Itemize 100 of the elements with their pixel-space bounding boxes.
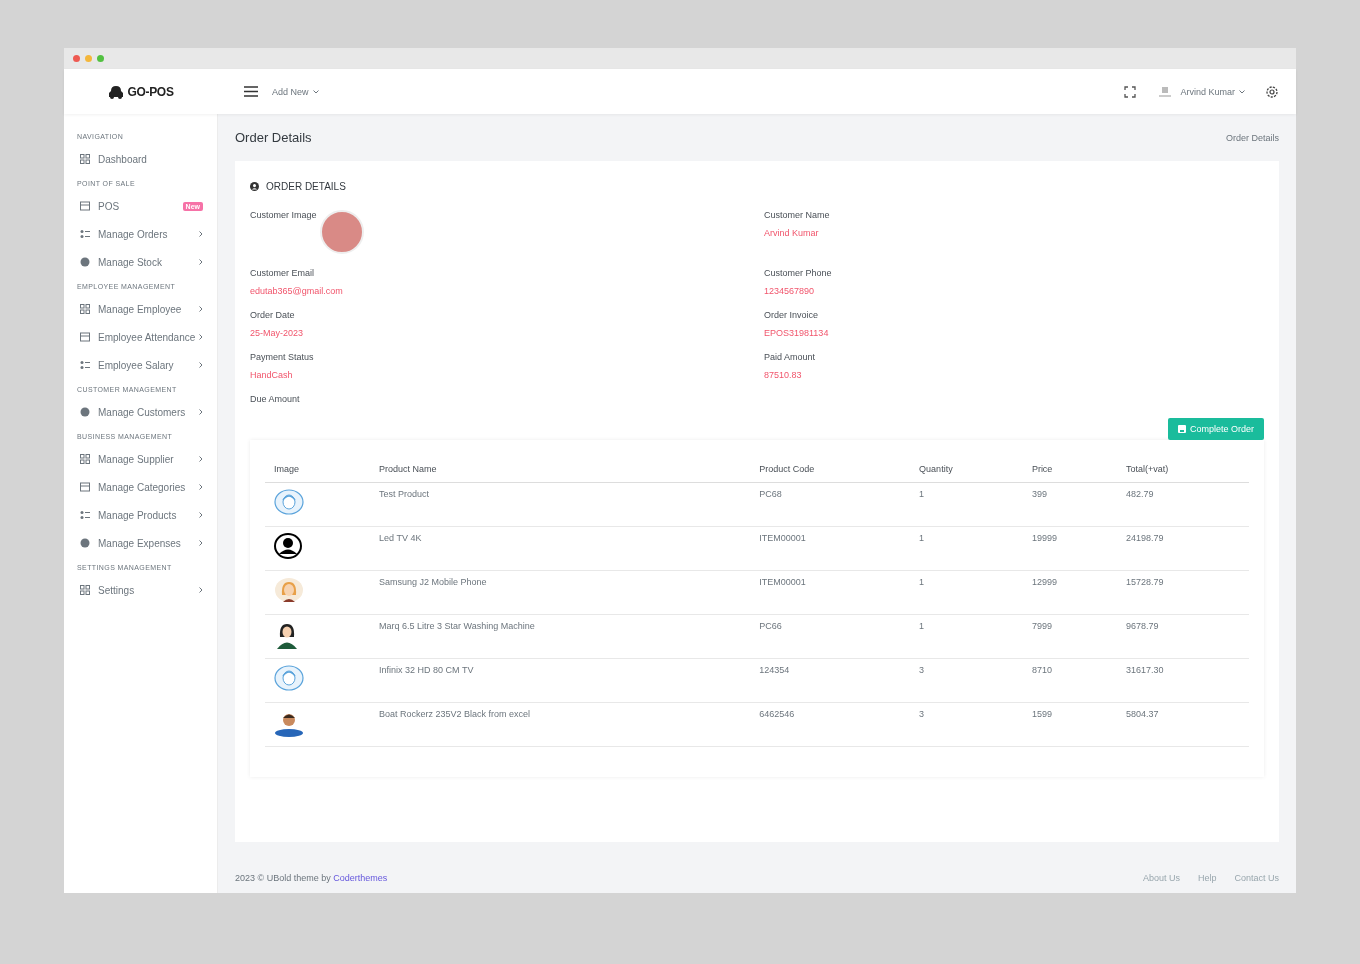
menu-item-icon bbox=[80, 510, 90, 520]
price-cell: 1599 bbox=[1022, 702, 1118, 747]
sidebar-item[interactable]: Manage Products bbox=[64, 501, 217, 529]
avatar-icon bbox=[274, 621, 300, 649]
product-name-cell: Test Product bbox=[370, 482, 751, 527]
chevron-icon bbox=[199, 306, 203, 312]
minimize-dot-icon[interactable] bbox=[85, 55, 92, 62]
save-icon bbox=[1177, 425, 1186, 433]
sidebar-item[interactable]: Employee Attendance bbox=[64, 323, 217, 351]
price-cell: 8710 bbox=[1022, 658, 1118, 703]
quantity-cell: 3 bbox=[910, 702, 1023, 747]
chevron-icon bbox=[199, 456, 203, 462]
menu-item-icon bbox=[80, 454, 90, 464]
sidebar-item[interactable]: Employee Salary bbox=[64, 351, 217, 379]
chevron-icon bbox=[199, 259, 203, 265]
sidebar-item[interactable]: Manage Supplier bbox=[64, 445, 217, 473]
sidebar-item[interactable]: Manage Categories bbox=[64, 473, 217, 501]
sidebar-item[interactable]: Manage Customers bbox=[64, 398, 217, 426]
product-code-cell: ITEM00001 bbox=[750, 570, 911, 615]
column-header: Image bbox=[265, 456, 371, 483]
avatar-icon bbox=[274, 665, 304, 691]
product-name-cell: Infinix 32 HD 80 CM TV bbox=[370, 658, 751, 703]
chevron-icon bbox=[199, 512, 203, 518]
coderthemes-link[interactable]: Coderthemes bbox=[333, 872, 388, 883]
chevron-icon bbox=[199, 334, 203, 340]
quantity-cell: 1 bbox=[910, 482, 1023, 527]
total-cell: 9678.79 bbox=[1117, 614, 1249, 659]
quantity-cell: 1 bbox=[910, 614, 1023, 659]
price-cell: 7999 bbox=[1022, 614, 1118, 659]
price-cell: 12999 bbox=[1022, 570, 1118, 615]
column-header: Price bbox=[1022, 456, 1118, 483]
menu-item-icon bbox=[80, 229, 90, 239]
menu-item-icon bbox=[80, 538, 90, 548]
maximize-dot-icon[interactable] bbox=[97, 55, 104, 62]
sidebar-item[interactable]: Manage Expenses bbox=[64, 529, 217, 557]
detail-value: 1234567890 bbox=[764, 286, 816, 296]
add-new-dropdown[interactable]: Add New bbox=[272, 86, 319, 97]
chevron-icon bbox=[199, 540, 203, 546]
menu-item-icon bbox=[80, 360, 90, 370]
sidebar-item[interactable]: Dashboard bbox=[64, 145, 217, 173]
menu-item-icon bbox=[80, 332, 90, 342]
price-cell: 399 bbox=[1022, 482, 1118, 527]
product-code-cell: PC66 bbox=[750, 614, 911, 659]
detail-value: HandCash bbox=[250, 370, 294, 380]
sidebar-item[interactable]: Manage Employee bbox=[64, 295, 217, 323]
total-cell: 31617.30 bbox=[1117, 658, 1249, 703]
detail-label: Order Date bbox=[250, 310, 296, 320]
user-avatar-icon bbox=[1158, 84, 1173, 99]
detail-label: Due Amount bbox=[250, 394, 301, 404]
menu-item-icon bbox=[80, 407, 90, 417]
quantity-cell: 1 bbox=[910, 526, 1023, 571]
sidebar-item[interactable]: Manage Orders bbox=[64, 220, 217, 248]
menu-item-icon bbox=[80, 257, 90, 267]
product-code-cell: PC68 bbox=[750, 482, 911, 527]
detail-value: edutab365@gmail.com bbox=[250, 286, 344, 296]
menu-item-icon bbox=[80, 585, 90, 595]
sidebar-item[interactable]: Settings bbox=[64, 576, 217, 604]
total-cell: 24198.79 bbox=[1117, 526, 1249, 571]
sidebar-item[interactable]: Manage Stock bbox=[64, 248, 217, 276]
logo-icon bbox=[108, 84, 125, 99]
detail-label: Customer Phone bbox=[764, 268, 833, 278]
footer-credit: 2023 © UBold theme by Coderthemes bbox=[235, 872, 388, 883]
menu-icon[interactable] bbox=[244, 86, 258, 97]
menu-item-icon bbox=[80, 154, 90, 164]
product-name-cell: Boat Rockerz 235V2 Black from excel bbox=[370, 702, 751, 747]
fullscreen-icon[interactable] bbox=[1124, 85, 1137, 98]
chevron-icon bbox=[199, 409, 203, 415]
product-code-cell: 124354 bbox=[750, 658, 911, 703]
settings-icon[interactable] bbox=[1265, 84, 1279, 99]
total-cell: 5804.37 bbox=[1117, 702, 1249, 747]
detail-label: Order Invoice bbox=[764, 310, 820, 320]
product-code-cell: 6462546 bbox=[750, 702, 911, 747]
quantity-cell: 1 bbox=[910, 570, 1023, 615]
close-dot-icon[interactable] bbox=[73, 55, 80, 62]
menu-item-icon bbox=[80, 482, 90, 492]
detail-label: Customer Email bbox=[250, 268, 315, 278]
detail-value: 87510.83 bbox=[764, 370, 803, 380]
caret-icon bbox=[312, 89, 319, 94]
total-cell: 482.79 bbox=[1117, 482, 1249, 527]
customer-photo-placeholder bbox=[319, 210, 364, 254]
detail-label: Payment Status bbox=[250, 352, 315, 362]
column-header: Quantity bbox=[910, 456, 1023, 483]
column-header: Total(+vat) bbox=[1117, 456, 1249, 483]
page-title: Order Details bbox=[235, 130, 312, 145]
product-code-cell: ITEM00001 bbox=[750, 526, 911, 571]
column-header: Product Name bbox=[370, 456, 751, 483]
menu-item-icon bbox=[80, 201, 90, 211]
avatar-icon bbox=[274, 533, 302, 559]
detail-value: 25-May-2023 bbox=[250, 328, 305, 338]
menu-item-icon bbox=[80, 304, 90, 314]
product-name-cell: Marq 6.5 Litre 3 Star Washing Machine bbox=[370, 614, 751, 659]
user-dropdown[interactable]: Arvind Kumar bbox=[1180, 86, 1245, 97]
quantity-cell: 3 bbox=[910, 658, 1023, 703]
chevron-icon bbox=[199, 231, 203, 237]
breadcrumb[interactable]: Order Details bbox=[1226, 132, 1279, 143]
total-cell: 15728.79 bbox=[1117, 570, 1249, 615]
product-name-cell: Samsung J2 Mobile Phone bbox=[370, 570, 751, 615]
detail-label: Customer Name bbox=[764, 210, 831, 220]
chevron-icon bbox=[199, 484, 203, 490]
card-title: ORDER DETAILS bbox=[266, 181, 346, 192]
